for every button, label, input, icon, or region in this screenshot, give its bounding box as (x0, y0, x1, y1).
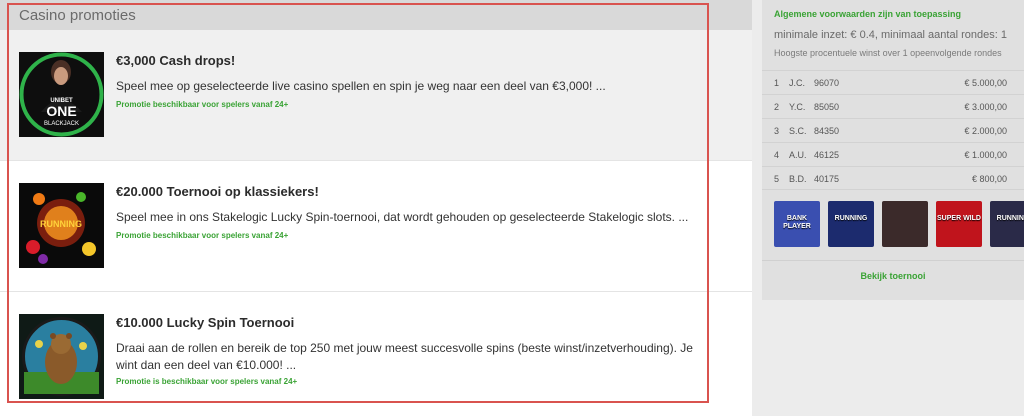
game-tile[interactable]: BANK PLAYER (774, 201, 820, 247)
svg-text:ONE: ONE (46, 103, 76, 119)
promo-description: Draai aan de rollen en bereik de top 250… (116, 341, 693, 372)
leaderboard-prize: € 3.000,00 (964, 102, 1007, 112)
tournament-games-strip: BANK PLAYER RUNNING SUPER WILD RUNNING (774, 201, 1024, 247)
terms-link[interactable]: Algemene voorwaarden zijn van toepassing (774, 9, 961, 19)
leaderboard-name: B.D. (789, 174, 807, 184)
svg-text:RUNNING: RUNNING (40, 219, 82, 229)
leaderboard-row: 2 Y.C. 85050 € 3.000,00 (762, 94, 1024, 118)
leaderboard-name: S.C. (789, 126, 807, 136)
leaderboard-row: 1 J.C. 96070 € 5.000,00 (762, 70, 1024, 94)
promo-title[interactable]: €20.000 Toernooi op klassiekers! (116, 184, 319, 199)
promotions-header: Casino promoties (0, 0, 752, 30)
leaderboard-rank: 1 (774, 78, 780, 88)
promo-title[interactable]: €10.000 Lucky Spin Toernooi (116, 315, 294, 330)
promo-age-note: Promotie beschikbaar voor spelers vanaf … (116, 100, 289, 109)
promo-description: Speel mee op geselecteerde live casino s… (116, 79, 606, 93)
game-tile[interactable]: RUNNING (990, 201, 1024, 247)
leaderboard-row: 5 B.D. 40175 € 800,00 (762, 166, 1024, 190)
tournament-sidebar: Algemene voorwaarden zijn van toepassing… (762, 0, 1024, 300)
leaderboard-rank: 5 (774, 174, 780, 184)
game-tile[interactable]: SUPER WILD (936, 201, 982, 247)
promo-thumbnail[interactable] (19, 314, 104, 399)
promo-thumbnail[interactable]: RUNNING (19, 183, 104, 268)
leaderboard-rank: 3 (774, 126, 780, 136)
leaderboard-prize: € 1.000,00 (964, 150, 1007, 160)
leaderboard-row: 3 S.C. 84350 € 2.000,00 (762, 118, 1024, 142)
promo-title[interactable]: €3,000 Cash drops! (116, 53, 235, 68)
leaderboard-rank: 4 (774, 150, 780, 160)
promo-card[interactable]: RUNNING €20.000 Toernooi op klassiekers!… (0, 161, 752, 292)
leaderboard-name: A.U. (789, 150, 807, 160)
promo-thumbnail[interactable]: UNIBET ONE BLACKJACK (19, 52, 104, 137)
leaderboard-score: 46125 (814, 150, 840, 160)
game-tile[interactable] (882, 201, 928, 247)
game-tile[interactable]: RUNNING (828, 201, 874, 247)
promo-card[interactable]: UNIBET ONE BLACKJACK €3,000 Cash drops! … (0, 30, 752, 161)
blackjack-thumbnail-image: UNIBET ONE BLACKJACK (19, 52, 104, 137)
game-tile-label: BANK PLAYER (783, 215, 811, 230)
leaderboard-rank: 2 (774, 102, 780, 112)
promotions-panel: Casino promoties UNIBET ONE BLACKJACK €3… (0, 0, 752, 416)
game-tile-label: RUNNING (996, 215, 1024, 222)
page-title: Casino promoties (19, 7, 136, 24)
promo-card[interactable]: €10.000 Lucky Spin Toernooi Draai aan de… (0, 292, 752, 416)
leaderboard-name: J.C. (789, 78, 806, 88)
leaderboard-name: Y.C. (789, 102, 806, 112)
leaderboard-prize: € 2.000,00 (964, 126, 1007, 136)
promo-age-note: Promotie beschikbaar voor spelers vanaf … (116, 231, 289, 240)
min-bet-text: minimale inzet: € 0.4, minimaal aantal r… (774, 29, 1007, 41)
leaderboard-row: 4 A.U. 46125 € 1.000,00 (762, 142, 1024, 166)
slot-fruits-thumbnail-image: RUNNING (19, 183, 104, 268)
leaderboard-score: 40175 (814, 174, 840, 184)
game-tile-label: SUPER WILD (937, 215, 981, 222)
divider (762, 260, 1024, 261)
game-tile-label: RUNNING (834, 215, 868, 222)
leaderboard-score: 85050 (814, 102, 840, 112)
leaderboard-score: 96070 (814, 78, 840, 88)
leaderboard-score: 84350 (814, 126, 840, 136)
leaderboard-prize: € 5.000,00 (964, 78, 1007, 88)
lucky-bear-thumbnail-image (19, 314, 104, 399)
promo-description: Speel mee in ons Stakelogic Lucky Spin-t… (116, 210, 689, 224)
leaderboard-prize: € 800,00 (971, 174, 1007, 184)
promo-age-note: Promotie is beschikbaar voor spelers van… (116, 377, 298, 386)
svg-text:BLACKJACK: BLACKJACK (44, 121, 79, 127)
highest-win-text: Hoogste procentuele winst over 1 opeenvo… (774, 48, 1002, 58)
view-tournament-button[interactable]: Bekijk toernooi (762, 271, 1024, 281)
page: Casino promoties UNIBET ONE BLACKJACK €3… (0, 0, 1024, 416)
